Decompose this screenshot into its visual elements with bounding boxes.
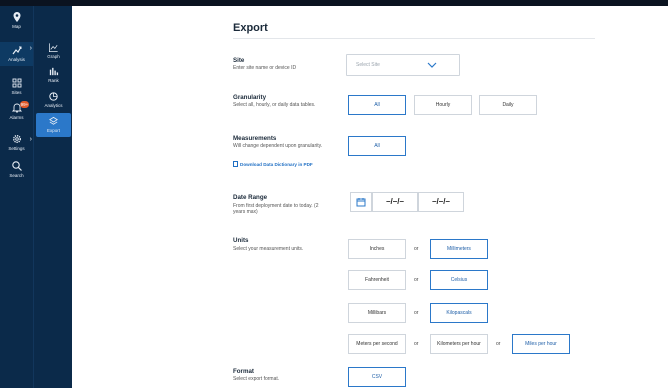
subnav-item-label: Analytics bbox=[44, 103, 63, 108]
units-kilometers-per-hour-button[interactable]: Kilometers per hour bbox=[430, 334, 488, 354]
calendar-button[interactable] bbox=[350, 192, 372, 212]
date-range-label: Date Range bbox=[233, 194, 268, 201]
nav-item-map[interactable]: Map bbox=[0, 11, 33, 29]
granularity-daily-button[interactable]: Daily bbox=[479, 95, 537, 115]
nav-item-label: Alarms bbox=[9, 115, 24, 120]
sites-icon bbox=[12, 78, 21, 88]
nav-item-label: Map bbox=[12, 24, 21, 29]
site-select-placeholder: Select Site bbox=[356, 62, 380, 68]
document-icon bbox=[233, 161, 238, 167]
or-separator: or bbox=[414, 310, 419, 316]
format-description: Select export format. bbox=[233, 376, 280, 382]
granularity-all-button[interactable]: All bbox=[348, 95, 406, 115]
or-separator: or bbox=[414, 246, 419, 252]
site-select[interactable]: Select Site bbox=[346, 54, 460, 76]
nav-item-label: Analysis bbox=[8, 57, 25, 62]
chevron-right-icon: › bbox=[29, 136, 32, 143]
line-chart-icon bbox=[49, 43, 58, 52]
nav-item-sites[interactable]: Sites bbox=[0, 77, 33, 95]
primary-nav: Map Analysis › Sites 99+ Alarms Settings… bbox=[0, 6, 33, 388]
site-label: Site bbox=[233, 57, 245, 64]
bar-chart-icon bbox=[49, 67, 59, 76]
measurements-description: Will change dependent upon granularity. bbox=[233, 143, 323, 149]
title-divider bbox=[233, 38, 595, 39]
date-range-description: From first deployment date to today. (2 … bbox=[233, 203, 319, 216]
gear-icon bbox=[12, 135, 21, 143]
granularity-description: Select all, hourly, or daily data tables… bbox=[233, 102, 316, 108]
measurements-label: Measurements bbox=[233, 135, 277, 142]
search-icon bbox=[11, 161, 22, 171]
units-miles-per-hour-button[interactable]: Miles per hour bbox=[512, 334, 570, 354]
subnav-item-graph[interactable]: Graph bbox=[36, 39, 71, 63]
units-millimeters-button[interactable]: Millimeters bbox=[430, 239, 488, 259]
units-inches-button[interactable]: Inches bbox=[348, 239, 406, 259]
subnav-item-label: Graph bbox=[47, 54, 60, 59]
analytics-icon bbox=[49, 92, 58, 101]
start-date-field[interactable]: –/–/– bbox=[372, 192, 418, 212]
chevron-down-icon bbox=[427, 62, 437, 68]
site-description: Enter site name or device ID bbox=[233, 65, 297, 71]
page-title: Export bbox=[233, 22, 268, 34]
analysis-icon bbox=[12, 46, 22, 55]
nav-item-settings[interactable]: Settings › bbox=[0, 133, 33, 151]
data-dictionary-link[interactable]: Download Data Dictionary in PDF bbox=[233, 161, 313, 167]
units-kilopascals-button[interactable]: Kilopascals bbox=[430, 303, 488, 323]
nav-item-label: Settings bbox=[8, 146, 25, 151]
units-celsius-button[interactable]: Celsius bbox=[430, 270, 488, 290]
subnav-item-label: Rank bbox=[48, 78, 59, 83]
units-label: Units bbox=[233, 237, 249, 244]
measurements-all-button[interactable]: All bbox=[348, 136, 406, 156]
nav-item-label: Sites bbox=[11, 90, 22, 95]
subnav-item-analytics[interactable]: Analytics bbox=[36, 88, 71, 112]
or-separator: or bbox=[496, 341, 501, 347]
or-separator: or bbox=[414, 341, 419, 347]
units-description: Select your measurement units. bbox=[233, 246, 304, 252]
subnav-item-export[interactable]: Export bbox=[36, 113, 71, 137]
units-fahrenheit-button[interactable]: Fahrenheit bbox=[348, 270, 406, 290]
subnav-item-label: Export bbox=[46, 128, 60, 133]
format-label: Format bbox=[233, 368, 254, 375]
granularity-hourly-button[interactable]: Hourly bbox=[414, 95, 472, 115]
export-icon bbox=[49, 116, 58, 125]
alarm-count-badge: 99+ bbox=[20, 101, 29, 108]
units-meters-per-second-button[interactable]: Meters per second bbox=[348, 334, 406, 354]
map-pin-icon bbox=[13, 12, 20, 22]
export-panel: Export Site Enter site name or device ID… bbox=[72, 6, 668, 388]
nav-item-alarms[interactable]: 99+ Alarms bbox=[0, 101, 33, 120]
analysis-subnav: Graph Rank Analytics Export bbox=[33, 6, 72, 388]
chevron-right-icon: › bbox=[29, 45, 32, 52]
or-separator: or bbox=[414, 277, 419, 283]
granularity-label: Granularity bbox=[233, 94, 267, 101]
subnav-item-rank[interactable]: Rank bbox=[36, 63, 71, 87]
units-millibars-button[interactable]: Millibars bbox=[348, 303, 406, 323]
nav-item-label: Search bbox=[9, 173, 24, 178]
end-date-field[interactable]: –/–/– bbox=[418, 192, 464, 212]
calendar-icon bbox=[356, 198, 366, 207]
format-csv-button[interactable]: CSV bbox=[348, 367, 406, 387]
data-dictionary-link-label: Download Data Dictionary in PDF bbox=[240, 162, 313, 167]
nav-item-search[interactable]: Search bbox=[0, 160, 33, 178]
nav-item-analysis[interactable]: Analysis › bbox=[0, 42, 33, 66]
